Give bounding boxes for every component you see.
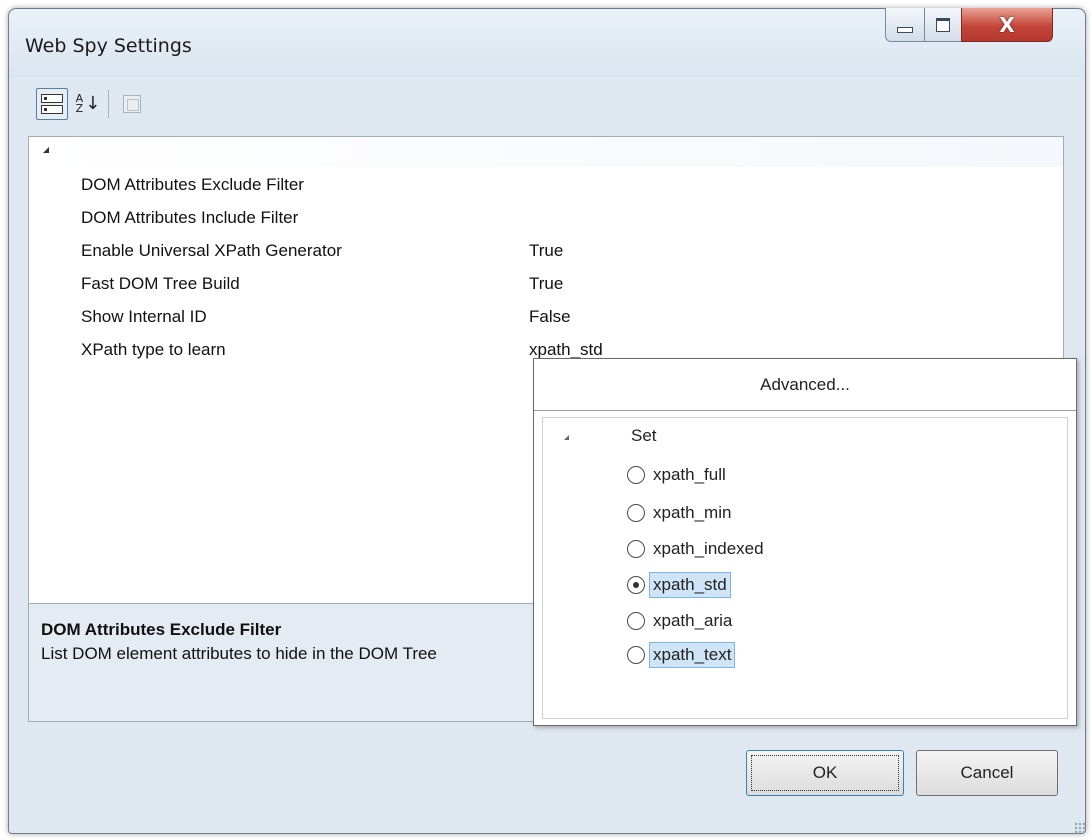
window-title: Web Spy Settings: [25, 35, 192, 57]
option-label: xpath_indexed: [653, 539, 764, 558]
property-name: Show Internal ID: [81, 307, 207, 326]
minimize-button[interactable]: [885, 8, 925, 42]
minimize-icon: [897, 26, 913, 33]
property-name: DOM Attributes Include Filter: [81, 208, 299, 227]
categorized-button[interactable]: [36, 88, 68, 120]
option-xpath-indexed[interactable]: xpath_indexed: [627, 534, 768, 564]
close-icon: X: [999, 12, 1015, 37]
property-name: DOM Attributes Exclude Filter: [81, 175, 304, 194]
sort-alphabetical-icon: A Z ↓: [75, 92, 101, 115]
option-xpath-aria[interactable]: xpath_aria: [627, 606, 736, 636]
close-button[interactable]: X: [961, 8, 1053, 42]
option-label: xpath_full: [653, 465, 726, 484]
maximize-icon: [936, 17, 950, 32]
option-label: xpath_min: [653, 503, 732, 522]
property-row-universal-xpath[interactable]: Enable Universal XPath Generator True: [29, 235, 1063, 268]
property-row-show-internal-id[interactable]: Show Internal ID False: [29, 301, 1063, 334]
property-name: Enable Universal XPath Generator: [81, 241, 342, 260]
tree-group-label: Set: [631, 426, 657, 445]
radio-button-selected[interactable]: [627, 576, 645, 594]
option-xpath-full[interactable]: xpath_full: [627, 460, 730, 490]
property-pages-icon: [123, 95, 141, 113]
property-pages-button[interactable]: [116, 88, 148, 120]
property-row-dom-attributes-include[interactable]: DOM Attributes Include Filter: [29, 202, 1063, 235]
option-xpath-min[interactable]: xpath_min: [627, 498, 735, 528]
radio-button[interactable]: [627, 612, 645, 630]
categorized-view-icon: [41, 93, 63, 115]
property-name: Fast DOM Tree Build: [81, 274, 240, 293]
category-row[interactable]: [29, 137, 1063, 167]
property-row-fast-dom-tree[interactable]: Fast DOM Tree Build True: [29, 268, 1063, 301]
collapse-arrow-icon[interactable]: [43, 147, 49, 153]
description-title: DOM Attributes Exclude Filter: [41, 620, 282, 639]
option-xpath-std[interactable]: xpath_std: [627, 570, 731, 600]
ok-button[interactable]: OK: [746, 750, 904, 796]
option-label: xpath_aria: [653, 611, 733, 630]
toolbar-separator: [108, 90, 109, 118]
property-name: XPath type to learn: [81, 340, 226, 359]
property-value[interactable]: False: [529, 307, 571, 327]
option-label: xpath_std: [649, 572, 731, 598]
property-value[interactable]: True: [529, 274, 563, 294]
radio-button[interactable]: [627, 466, 645, 484]
radio-button[interactable]: [627, 540, 645, 558]
xpath-type-dropdown: Advanced... Set xpath_full xpath_min xpa…: [533, 358, 1077, 726]
cancel-button[interactable]: Cancel: [916, 750, 1058, 796]
collapse-arrow-icon[interactable]: [564, 435, 569, 440]
option-xpath-text[interactable]: xpath_text: [627, 640, 736, 670]
radio-button[interactable]: [627, 504, 645, 522]
maximize-button[interactable]: [924, 8, 962, 42]
property-value[interactable]: xpath_std: [529, 340, 603, 360]
xpath-options-tree: Set xpath_full xpath_min xpath_indexed x…: [542, 417, 1068, 719]
title-bar[interactable]: Web Spy Settings X: [9, 8, 1085, 77]
property-row-dom-attributes-exclude[interactable]: DOM Attributes Exclude Filter: [29, 169, 1063, 202]
description-text: List DOM element attributes to hide in t…: [41, 644, 437, 663]
property-grid-toolbar: A Z ↓: [28, 78, 1064, 134]
option-label: xpath_text: [649, 642, 736, 668]
alphabetical-button[interactable]: A Z ↓: [72, 88, 104, 120]
radio-button[interactable]: [627, 646, 645, 664]
resize-grip[interactable]: [1074, 822, 1086, 834]
property-value[interactable]: True: [529, 241, 563, 261]
advanced-button[interactable]: Advanced...: [534, 359, 1076, 411]
